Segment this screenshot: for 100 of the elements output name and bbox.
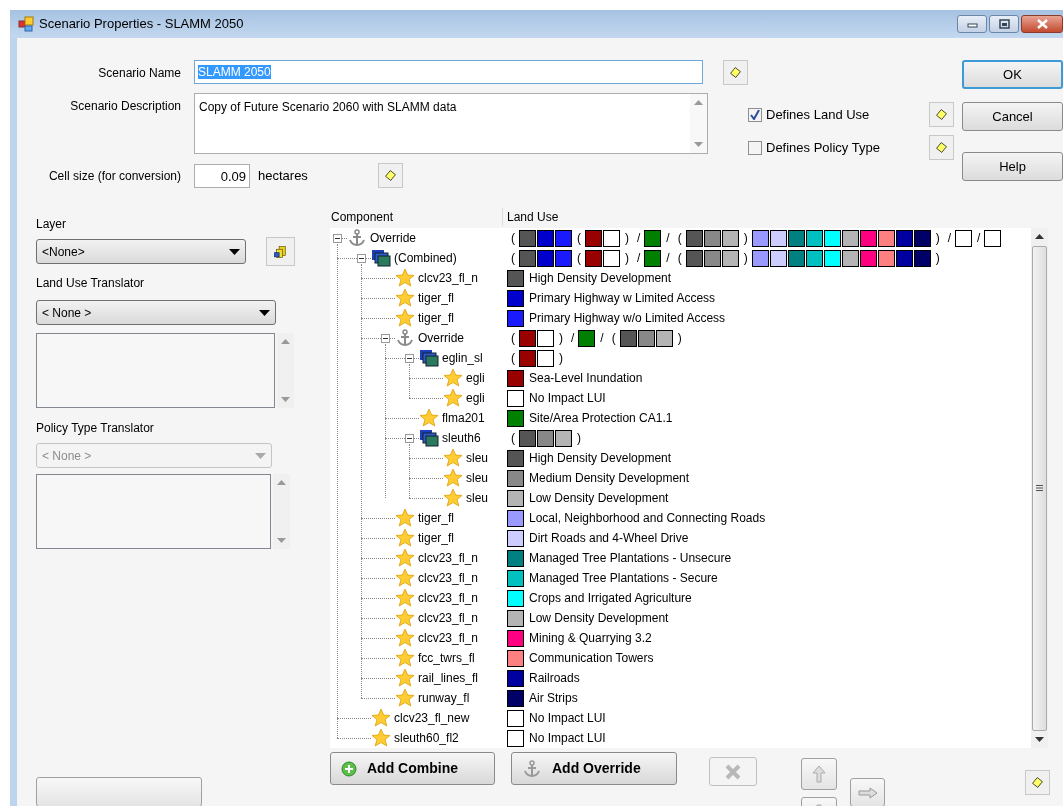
collapse-icon[interactable] — [381, 333, 395, 343]
component-name[interactable]: tiger_fl — [418, 309, 507, 327]
scrollbar[interactable] — [690, 94, 707, 153]
close-button[interactable] — [1021, 15, 1063, 33]
scrollbar[interactable] — [1031, 228, 1048, 748]
bracket-symbol: ) — [742, 230, 749, 247]
note-button[interactable] — [929, 102, 954, 127]
land-use-label: Crops and Irrigated Agriculture — [529, 590, 692, 607]
move-up-button[interactable] — [801, 758, 837, 790]
add-override-button[interactable]: Add Override — [511, 752, 677, 785]
component-name[interactable]: egli — [466, 389, 507, 407]
dialog-button[interactable]: OK — [962, 60, 1063, 89]
field-label: Cell size (for conversion) — [47, 167, 182, 185]
land-use-label: No Impact LUI — [529, 730, 606, 747]
scroll-up-icon — [281, 338, 290, 344]
bracket-symbol: / — [636, 250, 642, 267]
bracket-symbol: / — [636, 230, 642, 247]
bracket-symbol: ( — [576, 250, 582, 267]
list-box[interactable] — [36, 333, 275, 408]
scrollbar[interactable] — [277, 333, 294, 408]
cell-size-field[interactable]: 0.09 — [194, 163, 250, 188]
collapse-icon[interactable] — [405, 433, 419, 443]
scrollbar[interactable] — [273, 474, 290, 549]
column-header[interactable]: Component — [330, 208, 503, 226]
dropdown[interactable]: <None> — [36, 239, 246, 264]
note-button[interactable] — [1025, 770, 1050, 795]
collapse-icon[interactable] — [333, 233, 347, 243]
component-name[interactable]: clcv23_fl_n — [418, 629, 507, 647]
bracket-symbol: ( — [510, 330, 516, 347]
land-use-label: Primary Highway w/o Limited Access — [529, 310, 726, 327]
dialog-button[interactable]: Cancel — [962, 102, 1063, 131]
anchor-icon — [522, 759, 542, 778]
component-name[interactable]: flma201 — [442, 409, 507, 427]
bracket-symbol: ) — [742, 250, 749, 267]
land-use-label: Communication Towers — [529, 650, 654, 667]
star-icon — [395, 629, 415, 647]
anchor-icon — [395, 329, 415, 347]
move-right-button[interactable] — [850, 778, 885, 806]
note-button[interactable] — [929, 135, 954, 160]
maximize-button[interactable] — [989, 15, 1019, 33]
layer-button[interactable] — [266, 237, 295, 266]
stacked-windows-icon — [371, 249, 391, 267]
scroll-thumb[interactable] — [1032, 245, 1047, 731]
bracket-symbol: ) — [624, 250, 630, 267]
bracket-symbol: ( — [510, 230, 516, 247]
component-name[interactable]: fcc_twrs_fl — [418, 649, 507, 667]
star-icon — [443, 369, 463, 387]
field-label: Land Use Translator — [36, 275, 146, 292]
land-use-label: No Impact LUI — [529, 390, 606, 407]
land-use-label: No Impact LUI — [529, 710, 606, 727]
bracket-symbol: ) — [934, 250, 941, 267]
component-name[interactable]: Override — [370, 229, 507, 247]
scroll-down-icon — [277, 538, 286, 544]
component-name[interactable]: clcv23_fl_n — [418, 549, 507, 567]
component-name[interactable]: sleu — [466, 469, 507, 487]
collapse-icon[interactable] — [357, 253, 371, 263]
component-name[interactable]: clcv23_fl_n — [418, 609, 507, 627]
component-name[interactable]: eglin_sl — [442, 349, 507, 367]
star-icon — [395, 269, 415, 287]
column-header[interactable]: Land Use — [503, 208, 559, 226]
checkbox[interactable] — [748, 140, 762, 155]
button[interactable] — [36, 777, 202, 806]
star-icon — [395, 549, 415, 567]
component-name[interactable]: rail_lines_fl — [418, 669, 507, 687]
component-name[interactable]: tiger_fl — [418, 529, 507, 547]
checkbox[interactable] — [748, 107, 762, 122]
component-name[interactable]: sleu — [466, 449, 507, 467]
bracket-symbol: ( — [510, 430, 516, 447]
component-name[interactable]: sleuth6 — [442, 429, 507, 447]
component-name[interactable]: clcv23_fl_new — [394, 709, 507, 727]
collapse-icon[interactable] — [405, 353, 419, 363]
component-name[interactable]: tiger_fl — [418, 289, 507, 307]
component-name[interactable]: (Combined) — [394, 249, 507, 267]
component-name[interactable]: clcv23_fl_n — [418, 269, 507, 287]
note-button[interactable] — [723, 60, 748, 85]
star-icon — [443, 489, 463, 507]
component-name[interactable]: egli — [466, 369, 507, 387]
star-icon — [419, 409, 439, 427]
component-name[interactable]: clcv23_fl_n — [418, 569, 507, 587]
scroll-down-icon — [694, 142, 703, 148]
note-button[interactable] — [377, 163, 403, 188]
list-box[interactable] — [36, 474, 271, 549]
star-icon — [395, 569, 415, 587]
description-field[interactable]: Copy of Future Scenario 2060 with SLAMM data — [194, 93, 708, 154]
component-name[interactable]: clcv23_fl_n — [418, 589, 507, 607]
dropdown[interactable]: < None > — [36, 300, 276, 325]
component-name[interactable]: tiger_fl — [418, 509, 507, 527]
add-combine-button[interactable]: Add Combine — [330, 752, 495, 785]
component-name[interactable]: sleu — [466, 489, 507, 507]
bracket-symbol: / — [570, 330, 576, 347]
right-arrow-icon — [857, 786, 878, 799]
scroll-up-icon — [1035, 233, 1044, 239]
unit-label: hectares — [258, 166, 308, 185]
star-icon — [395, 589, 415, 607]
dialog-button[interactable]: Help — [962, 152, 1063, 181]
bracket-symbol: / — [946, 230, 953, 247]
component-name[interactable]: Override — [418, 329, 507, 347]
component-name[interactable]: sleuth60_fl2 — [394, 729, 507, 747]
component-name[interactable]: runway_fl — [418, 689, 507, 707]
land-use-label: Local, Neighborhood and Connecting Roads — [529, 510, 766, 527]
